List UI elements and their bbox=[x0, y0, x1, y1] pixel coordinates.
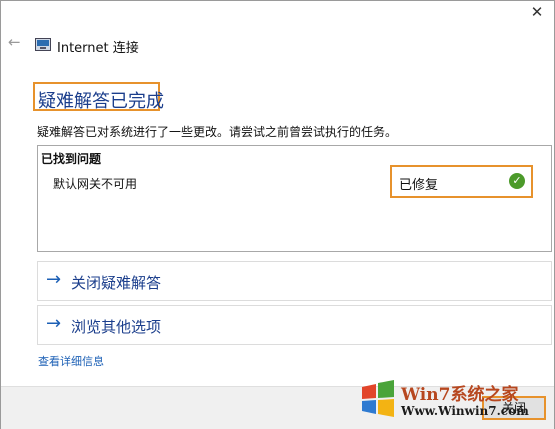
close-troubleshooter-action[interactable]: → 关闭疑难解答 bbox=[37, 261, 552, 301]
view-details-link[interactable]: 查看详细信息 bbox=[38, 353, 104, 369]
arrow-right-icon: → bbox=[46, 313, 62, 334]
watermark-url: Www.Winwin7.com bbox=[401, 404, 529, 418]
problem-status: 已修复 bbox=[399, 178, 439, 193]
problem-name: 默认网关不可用 bbox=[53, 177, 138, 191]
explore-options-action[interactable]: → 浏览其他选项 bbox=[37, 305, 552, 345]
window-title: Internet 连接 bbox=[57, 41, 139, 56]
windows-logo-icon bbox=[362, 380, 394, 417]
watermark-brand: Win7系统之家 bbox=[401, 385, 519, 405]
arrow-right-icon: → bbox=[46, 269, 62, 290]
back-arrow-icon[interactable]: ← bbox=[8, 34, 24, 50]
network-adapter-icon bbox=[35, 38, 51, 51]
action-label: 关闭疑难解答 bbox=[71, 274, 162, 292]
problems-header: 已找到问题 bbox=[41, 152, 102, 166]
action-label: 浏览其他选项 bbox=[71, 318, 162, 336]
check-icon: ✓ bbox=[509, 173, 525, 189]
page-title: 疑难解答已完成 bbox=[38, 91, 164, 112]
problems-panel bbox=[37, 145, 552, 252]
result-description: 疑难解答已对系统进行了一些更改。请尝试之前曾尝试执行的任务。 bbox=[37, 125, 398, 139]
window-close-button[interactable]: ✕ bbox=[526, 2, 548, 22]
